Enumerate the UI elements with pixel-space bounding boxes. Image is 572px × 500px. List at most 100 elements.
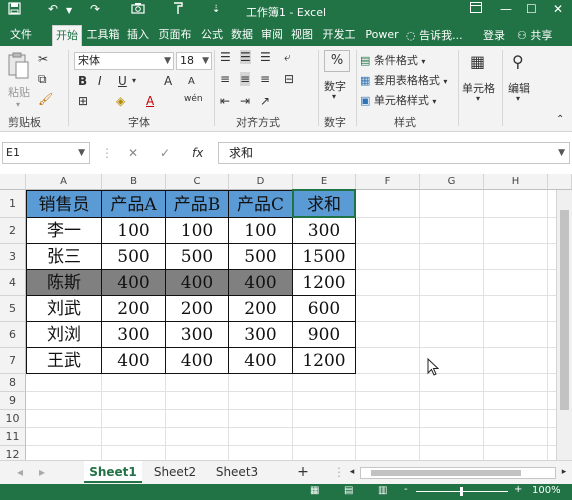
table-cell[interactable]: 500 [229,244,293,270]
tab-view[interactable]: 视图 [288,25,316,46]
cells-icon[interactable]: ▦ [470,52,485,71]
empty-cell[interactable] [356,270,420,296]
expand-formula-icon[interactable]: ▼ [558,143,565,163]
empty-cell[interactable] [356,322,420,348]
table-cell[interactable]: 产品A [102,190,166,218]
table-cell[interactable]: 300 [102,322,166,348]
empty-cell[interactable] [102,428,166,446]
empty-cell[interactable] [102,392,166,410]
row-header-5[interactable]: 5 [0,296,26,322]
zoom-out-button[interactable]: - [404,484,408,495]
cells-dropdown-icon[interactable]: ▾ [476,94,480,103]
row-header-3[interactable]: 3 [0,244,26,270]
format-as-table-button[interactable]: ▦ 套用表格格式 ▾ [360,72,447,88]
table-cell[interactable]: 刘浏 [26,322,102,348]
fill-color-icon[interactable]: ◈ [116,94,125,108]
row-header-10[interactable]: 10 [0,410,26,428]
table-cell[interactable]: 陈斯 [26,270,102,296]
maximize-icon[interactable]: ☐ [526,2,537,16]
cell-styles-button[interactable]: ▣ 单元格样式 ▾ [360,92,436,108]
zoom-slider-thumb[interactable] [460,487,463,496]
italic-button[interactable]: I [98,74,102,88]
worksheet-grid[interactable]: A B C D E F G H 1 销售员 产品A 产品B 产品C 求和 2 李一 100 100 100 300 3 张… [0,174,572,460]
tab-data[interactable]: 数据 [228,25,256,46]
column-header-d[interactable]: D [229,174,293,190]
tab-toolbox[interactable]: 工具箱 [84,25,122,46]
table-cell[interactable]: 300 [229,322,293,348]
table-cell[interactable]: 200 [166,296,229,322]
table-cell[interactable]: 600 [293,296,356,322]
format-painter-icon[interactable]: 🖌 [38,92,53,106]
add-sheet-button[interactable]: + [292,461,314,483]
empty-cell[interactable] [484,270,548,296]
table-cell[interactable]: 产品B [166,190,229,218]
table-cell[interactable]: 张三 [26,244,102,270]
wrap-text-icon[interactable]: ⤶ [284,50,291,65]
table-cell[interactable]: 产品C [229,190,293,218]
empty-cell[interactable] [420,392,484,410]
decrease-indent-icon[interactable]: ⇤ [220,94,230,108]
increase-indent-icon[interactable]: ⇥ [240,94,250,108]
empty-cell[interactable] [293,428,356,446]
empty-cell[interactable] [420,410,484,428]
empty-cell[interactable] [293,392,356,410]
number-dropdown-icon[interactable]: ▾ [332,92,336,101]
table-cell[interactable]: 400 [229,270,293,296]
empty-cell[interactable] [420,244,484,270]
row-header-8[interactable]: 8 [0,374,26,392]
vertical-scrollbar[interactable] [556,190,572,460]
table-cell[interactable]: 刘武 [26,296,102,322]
border-icon[interactable]: ⊞ [78,94,88,108]
shrink-font-button[interactable]: A [188,76,195,87]
zoom-in-button[interactable]: + [514,484,522,495]
row-header-6[interactable]: 6 [0,322,26,348]
empty-cell[interactable] [484,392,548,410]
row-header-9[interactable]: 9 [0,392,26,410]
row-header-4[interactable]: 4 [0,270,26,296]
column-header-e[interactable]: E [293,174,356,190]
paste-button[interactable]: 粘贴 [8,84,30,100]
tab-file[interactable]: 文件 [3,25,39,46]
empty-cell[interactable] [420,296,484,322]
table-cell[interactable]: 销售员 [26,190,102,218]
underline-dropdown-icon[interactable]: ▾ [132,76,136,85]
paste-dropdown-icon[interactable]: ▾ [16,100,20,109]
empty-cell[interactable] [26,374,102,392]
empty-cell[interactable] [420,322,484,348]
next-sheet-icon[interactable]: ▸ [34,461,50,483]
empty-cell[interactable] [484,428,548,446]
tab-insert[interactable]: 插入 [124,25,152,46]
search-icon[interactable]: ⚲ [512,52,524,71]
more-options-icon[interactable]: ⋮ [101,146,113,160]
empty-cell[interactable] [484,218,548,244]
table-cell[interactable]: 400 [102,348,166,374]
empty-cell[interactable] [166,392,229,410]
paste-icon[interactable] [6,52,30,83]
share-button[interactable]: ⚇ 共享 [517,27,552,43]
name-box[interactable]: E1 ▼ [2,142,90,164]
empty-cell[interactable] [484,322,548,348]
empty-cell[interactable] [420,270,484,296]
table-cell[interactable]: 100 [229,218,293,244]
sheet-tab-3[interactable]: Sheet3 [208,461,266,483]
editing-dropdown-icon[interactable]: ▾ [516,94,520,103]
table-cell[interactable]: 400 [102,270,166,296]
empty-cell[interactable] [484,410,548,428]
empty-cell[interactable] [356,374,420,392]
enter-icon[interactable]: ✓ [160,146,170,160]
orientation-icon[interactable]: ↗ [260,94,270,108]
font-size-select[interactable]: 18 ▼ [176,52,212,70]
empty-cell[interactable] [229,374,293,392]
align-left-icon[interactable]: ≡ [220,72,230,86]
empty-cell[interactable] [166,410,229,428]
ribbon-display-icon[interactable] [470,2,482,16]
empty-cell[interactable] [356,218,420,244]
empty-cell[interactable] [420,190,484,218]
column-header-c[interactable]: C [166,174,229,190]
empty-cell[interactable] [229,410,293,428]
copy-icon[interactable]: ⧉ [38,72,47,87]
normal-view-icon[interactable]: ▦ [310,485,319,496]
tab-power[interactable]: Power [362,25,402,46]
tab-home[interactable]: 开始 [52,25,82,46]
table-cell[interactable]: 1200 [293,348,356,374]
